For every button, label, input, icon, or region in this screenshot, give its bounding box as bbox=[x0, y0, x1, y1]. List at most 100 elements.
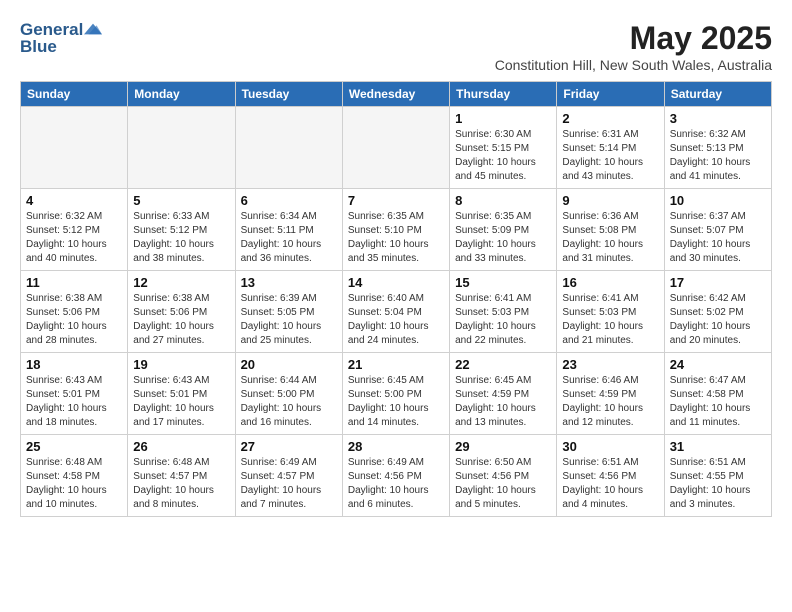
day-data: Sunrise: 6:38 AMSunset: 5:06 PMDaylight:… bbox=[26, 292, 122, 348]
day-data: Sunrise: 6:45 AMSunset: 5:00 PMDaylight:… bbox=[348, 374, 444, 430]
daylight: Daylight: 10 hours and 11 minutes. bbox=[670, 402, 766, 430]
sunset: Sunset: 4:59 PM bbox=[455, 388, 551, 402]
calendar-cell: 11 Sunrise: 6:38 AMSunset: 5:06 PMDayligh… bbox=[21, 271, 128, 353]
daylight: Daylight: 10 hours and 38 minutes. bbox=[133, 238, 229, 266]
day-number: 20 bbox=[241, 357, 337, 372]
logo: General Blue bbox=[20, 20, 102, 57]
sunrise: Sunrise: 6:49 AM bbox=[348, 456, 444, 470]
header-wednesday: Wednesday bbox=[342, 82, 449, 107]
daylight: Daylight: 10 hours and 17 minutes. bbox=[133, 402, 229, 430]
daylight: Daylight: 10 hours and 3 minutes. bbox=[670, 484, 766, 512]
header-friday: Friday bbox=[557, 82, 664, 107]
daylight: Daylight: 10 hours and 24 minutes. bbox=[348, 320, 444, 348]
sunset: Sunset: 5:07 PM bbox=[670, 224, 766, 238]
calendar-cell: 23Sunrise: 6:46 AMSunset: 4:59 PMDayligh… bbox=[557, 353, 664, 435]
daylight: Daylight: 10 hours and 14 minutes. bbox=[348, 402, 444, 430]
sunset: Sunset: 5:03 PM bbox=[562, 306, 658, 320]
day-number: 18 bbox=[26, 357, 122, 372]
daylight: Daylight: 10 hours and 27 minutes. bbox=[133, 320, 229, 348]
sunset: Sunset: 5:02 PM bbox=[670, 306, 766, 320]
sunset: Sunset: 5:13 PM bbox=[670, 142, 766, 156]
sunset: Sunset: 5:06 PM bbox=[133, 306, 229, 320]
daylight: Daylight: 10 hours and 25 minutes. bbox=[241, 320, 337, 348]
daylight: Daylight: 10 hours and 8 minutes. bbox=[133, 484, 229, 512]
sunrise: Sunrise: 6:51 AM bbox=[562, 456, 658, 470]
daylight: Daylight: 10 hours and 41 minutes. bbox=[670, 156, 766, 184]
daylight: Daylight: 10 hours and 10 minutes. bbox=[26, 484, 122, 512]
daylight: Daylight: 10 hours and 6 minutes. bbox=[348, 484, 444, 512]
calendar-cell: 16Sunrise: 6:41 AMSunset: 5:03 PMDayligh… bbox=[557, 271, 664, 353]
day-number: 5 bbox=[133, 193, 229, 208]
calendar-cell bbox=[21, 107, 128, 189]
day-data: Sunrise: 6:39 AMSunset: 5:05 PMDaylight:… bbox=[241, 292, 337, 348]
calendar: Sunday Monday Tuesday Wednesday Thursday… bbox=[20, 81, 772, 517]
daylight: Daylight: 10 hours and 40 minutes. bbox=[26, 238, 122, 266]
sunset: Sunset: 4:55 PM bbox=[670, 470, 766, 484]
day-number: 30 bbox=[562, 439, 658, 454]
daylight: Daylight: 10 hours and 35 minutes. bbox=[348, 238, 444, 266]
daylight: Daylight: 10 hours and 45 minutes. bbox=[455, 156, 551, 184]
day-data: Sunrise: 6:41 AMSunset: 5:03 PMDaylight:… bbox=[455, 292, 551, 348]
daylight: Daylight: 10 hours and 13 minutes. bbox=[455, 402, 551, 430]
calendar-cell: 26Sunrise: 6:48 AMSunset: 4:57 PMDayligh… bbox=[128, 435, 235, 517]
day-data: Sunrise: 6:43 AMSunset: 5:01 PMDaylight:… bbox=[133, 374, 229, 430]
day-data: Sunrise: 6:34 AMSunset: 5:11 PMDaylight:… bbox=[241, 210, 337, 266]
sunrise: Sunrise: 6:48 AM bbox=[133, 456, 229, 470]
day-number: 31 bbox=[670, 439, 766, 454]
calendar-cell: 3Sunrise: 6:32 AMSunset: 5:13 PMDaylight… bbox=[664, 107, 771, 189]
sunset: Sunset: 5:12 PM bbox=[133, 224, 229, 238]
sunset: Sunset: 5:08 PM bbox=[562, 224, 658, 238]
sunset: Sunset: 5:00 PM bbox=[348, 388, 444, 402]
sunrise: Sunrise: 6:51 AM bbox=[670, 456, 766, 470]
daylight: Daylight: 10 hours and 31 minutes. bbox=[562, 238, 658, 266]
calendar-cell bbox=[235, 107, 342, 189]
daylight: Daylight: 10 hours and 12 minutes. bbox=[562, 402, 658, 430]
sunset: Sunset: 4:56 PM bbox=[348, 470, 444, 484]
sunrise: Sunrise: 6:50 AM bbox=[455, 456, 551, 470]
calendar-cell: 30Sunrise: 6:51 AMSunset: 4:56 PMDayligh… bbox=[557, 435, 664, 517]
sunrise: Sunrise: 6:46 AM bbox=[562, 374, 658, 388]
sunrise: Sunrise: 6:40 AM bbox=[348, 292, 444, 306]
sunrise: Sunrise: 6:45 AM bbox=[455, 374, 551, 388]
sunrise: Sunrise: 6:35 AM bbox=[455, 210, 551, 224]
calendar-cell: 13Sunrise: 6:39 AMSunset: 5:05 PMDayligh… bbox=[235, 271, 342, 353]
calendar-cell: 22Sunrise: 6:45 AMSunset: 4:59 PMDayligh… bbox=[450, 353, 557, 435]
sunset: Sunset: 5:15 PM bbox=[455, 142, 551, 156]
day-number: 17 bbox=[670, 275, 766, 290]
sunrise: Sunrise: 6:34 AM bbox=[241, 210, 337, 224]
calendar-cell bbox=[342, 107, 449, 189]
day-number: 25 bbox=[26, 439, 122, 454]
day-number: 11 bbox=[26, 275, 122, 290]
calendar-cell: 27Sunrise: 6:49 AMSunset: 4:57 PMDayligh… bbox=[235, 435, 342, 517]
sunset: Sunset: 4:56 PM bbox=[562, 470, 658, 484]
header-monday: Monday bbox=[128, 82, 235, 107]
calendar-cell: 6Sunrise: 6:34 AMSunset: 5:11 PMDaylight… bbox=[235, 189, 342, 271]
sunrise: Sunrise: 6:38 AM bbox=[26, 292, 122, 306]
sunset: Sunset: 5:12 PM bbox=[26, 224, 122, 238]
day-number: 9 bbox=[562, 193, 658, 208]
daylight: Daylight: 10 hours and 36 minutes. bbox=[241, 238, 337, 266]
sunrise: Sunrise: 6:37 AM bbox=[670, 210, 766, 224]
sunset: Sunset: 5:01 PM bbox=[133, 388, 229, 402]
daylight: Daylight: 10 hours and 43 minutes. bbox=[562, 156, 658, 184]
sunrise: Sunrise: 6:41 AM bbox=[562, 292, 658, 306]
sunrise: Sunrise: 6:31 AM bbox=[562, 128, 658, 142]
sunrise: Sunrise: 6:39 AM bbox=[241, 292, 337, 306]
daylight: Daylight: 10 hours and 16 minutes. bbox=[241, 402, 337, 430]
day-data: Sunrise: 6:44 AMSunset: 5:00 PMDaylight:… bbox=[241, 374, 337, 430]
day-data: Sunrise: 6:36 AMSunset: 5:08 PMDaylight:… bbox=[562, 210, 658, 266]
sunset: Sunset: 5:06 PM bbox=[26, 306, 122, 320]
logo-blue: Blue bbox=[20, 37, 102, 57]
day-data: Sunrise: 6:48 AMSunset: 4:58 PMDaylight:… bbox=[26, 456, 122, 512]
sunset: Sunset: 5:14 PM bbox=[562, 142, 658, 156]
sunset: Sunset: 4:58 PM bbox=[26, 470, 122, 484]
day-number: 4 bbox=[26, 193, 122, 208]
day-data: Sunrise: 6:38 AMSunset: 5:06 PMDaylight:… bbox=[133, 292, 229, 348]
header-sunday: Sunday bbox=[21, 82, 128, 107]
day-number: 27 bbox=[241, 439, 337, 454]
sunrise: Sunrise: 6:38 AM bbox=[133, 292, 229, 306]
calendar-cell: 2Sunrise: 6:31 AMSunset: 5:14 PMDaylight… bbox=[557, 107, 664, 189]
sunrise: Sunrise: 6:47 AM bbox=[670, 374, 766, 388]
calendar-cell: 20 Sunrise: 6:44 AMSunset: 5:00 PMDayligh… bbox=[235, 353, 342, 435]
sunset: Sunset: 4:57 PM bbox=[133, 470, 229, 484]
